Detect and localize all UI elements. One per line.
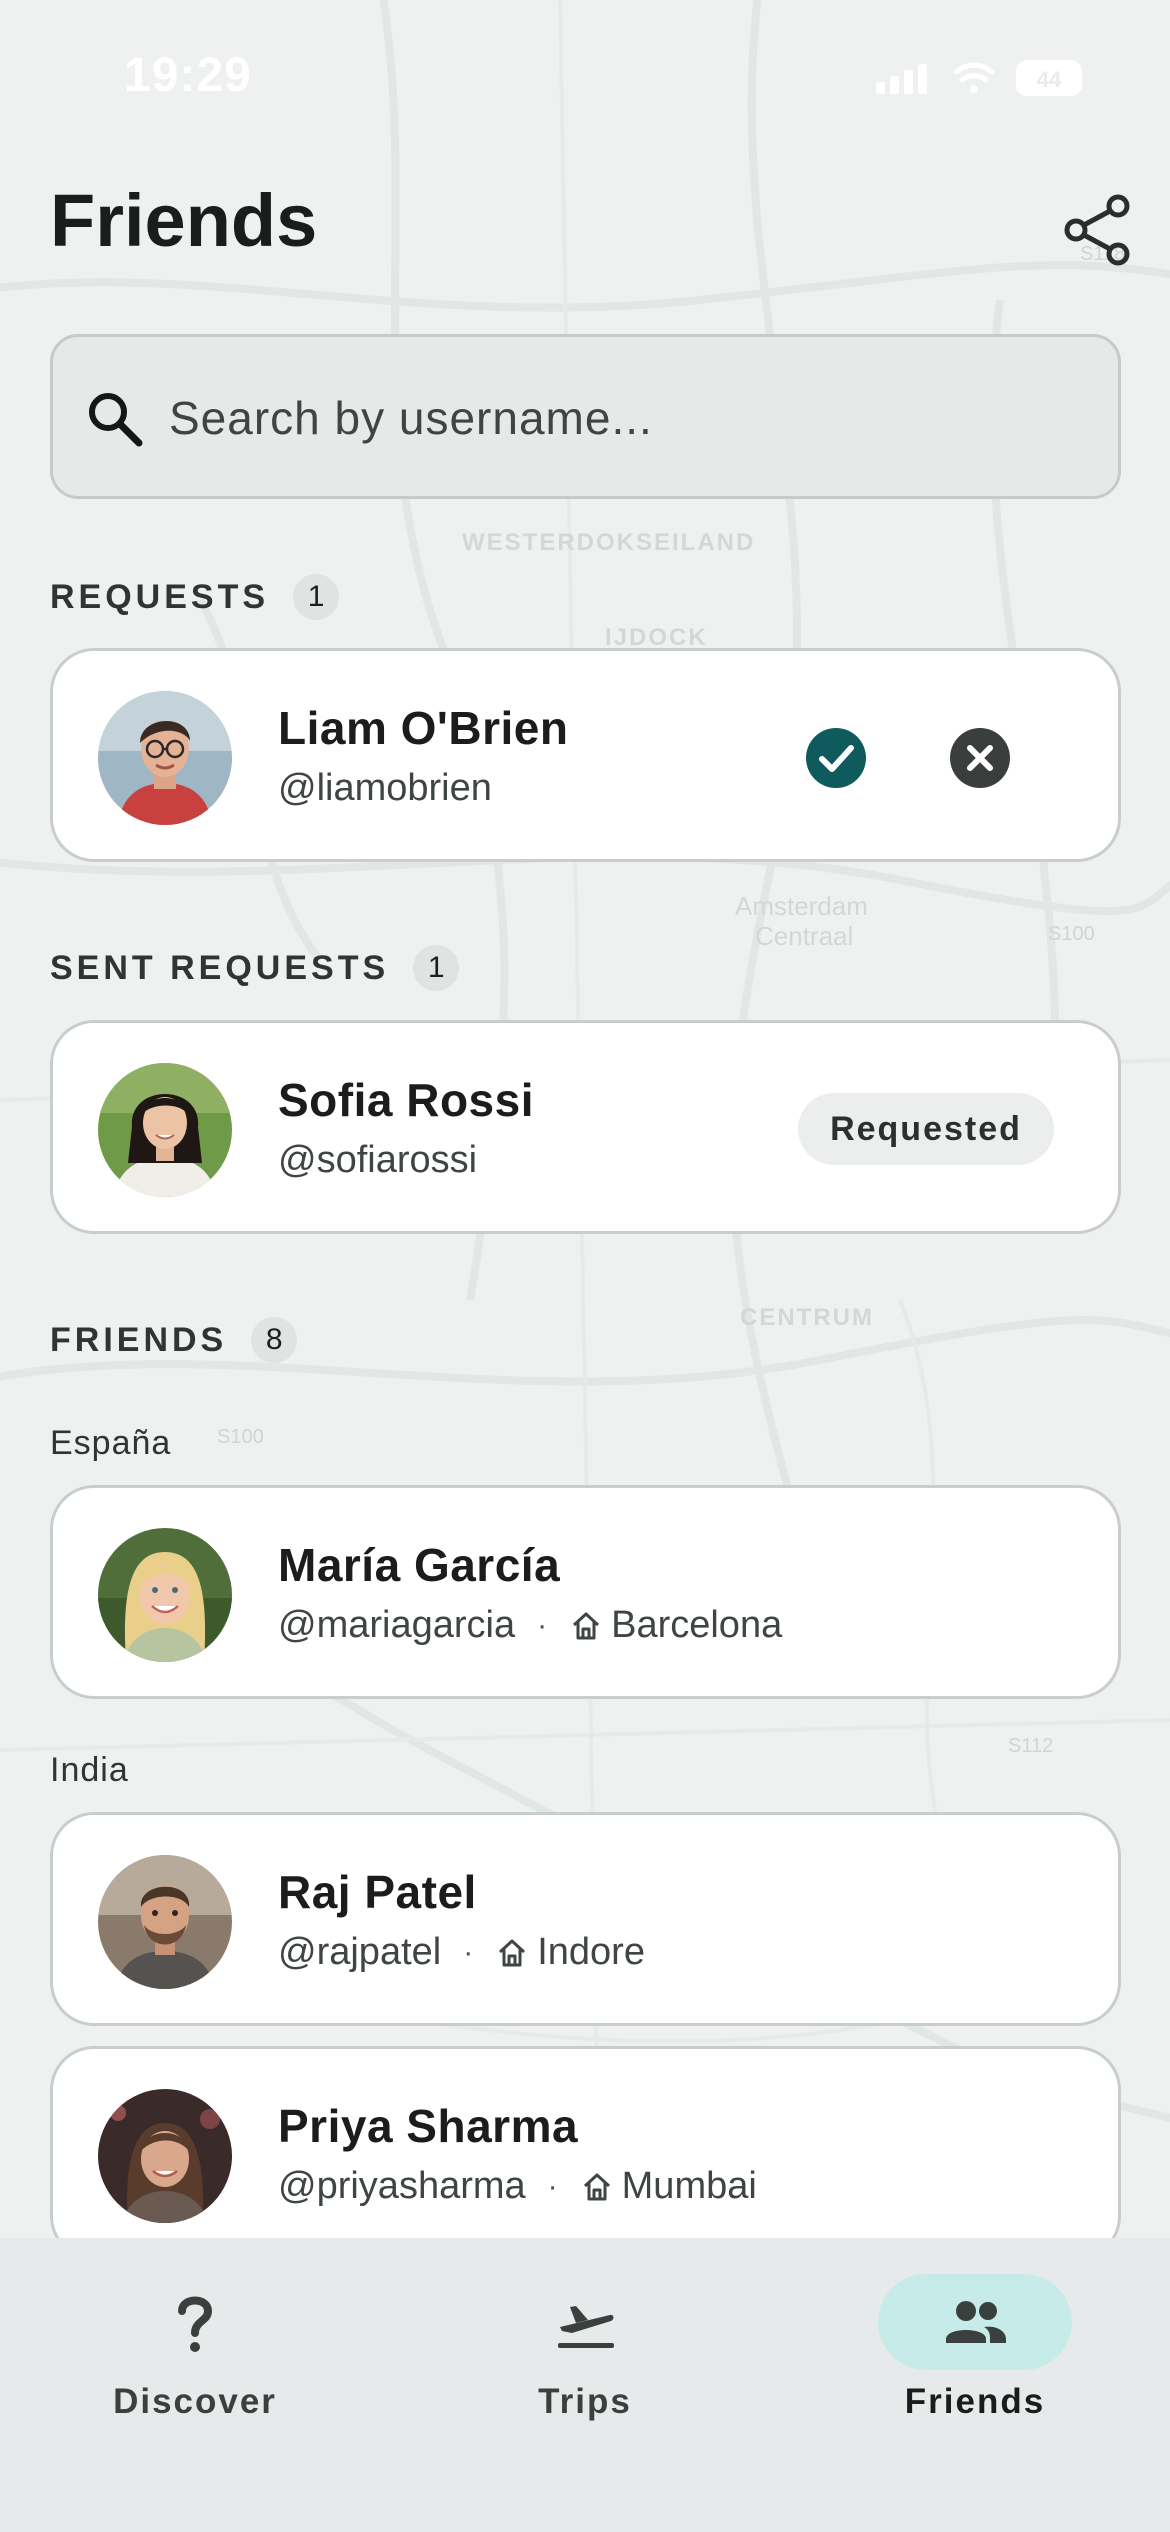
- signal-icon: [876, 82, 885, 94]
- tab-trips[interactable]: Trips: [465, 2260, 705, 2430]
- requests-count-badge: 1: [293, 574, 340, 620]
- sent-requests-label: SENT REQUESTS: [50, 948, 390, 987]
- share-icon[interactable]: [1060, 192, 1136, 268]
- friend-username: @mariagarcia: [278, 1604, 516, 1646]
- home-icon: [583, 2173, 610, 2200]
- sent-requests-header: SENT REQUESTS 1: [50, 944, 460, 992]
- plane-departure-icon: [558, 2306, 614, 2348]
- tab-trips-icon-wrap: [488, 2274, 682, 2370]
- sent-request-username-line: @sofiarossi: [278, 1139, 477, 1182]
- sent-requests-count-badge: 1: [413, 945, 460, 991]
- avatar: [98, 1855, 232, 1989]
- map-label-district1: WESTERDOKSEILAND: [462, 529, 755, 556]
- requests-label: REQUESTS: [50, 577, 270, 616]
- separator-dot: ·: [537, 1608, 548, 1642]
- friend-city: Barcelona: [611, 1604, 783, 1646]
- tab-discover-label: Discover: [113, 2382, 277, 2421]
- home-icon: [499, 1939, 526, 1966]
- map-label-station2: Centraal: [755, 921, 853, 951]
- friend-city: Indore: [537, 1931, 645, 1973]
- tab-discover-icon-wrap: [98, 2274, 292, 2370]
- friend-subline: @mariagarcia · Barcelona: [278, 1604, 782, 1647]
- map-label-district3: CENTRUM: [740, 1304, 874, 1331]
- accept-request-icon[interactable]: [805, 727, 867, 789]
- search-box[interactable]: [50, 334, 1121, 499]
- friends-header: FRIENDS 8: [50, 1316, 298, 1364]
- sent-request-card[interactable]: Sofia Rossi @sofiarossi Requested: [50, 1020, 1121, 1234]
- search-input[interactable]: [169, 373, 1069, 463]
- tab-trips-label: Trips: [538, 2382, 632, 2421]
- decline-request-icon[interactable]: [949, 727, 1011, 789]
- map-label-road1: S100: [1048, 923, 1095, 945]
- friend-subline: @priyasharma · Mumbai: [278, 2165, 757, 2208]
- status-time: 19:29: [124, 49, 252, 102]
- separator-dot: ·: [463, 1935, 474, 1969]
- avatar: [98, 1063, 232, 1197]
- home-icon: [573, 1612, 600, 1639]
- wifi-icon: [953, 62, 995, 83]
- map-label-road2: S100: [217, 1426, 264, 1448]
- friend-username: @rajpatel: [278, 1931, 442, 1973]
- search-icon: [89, 393, 143, 447]
- tab-discover[interactable]: Discover: [75, 2260, 315, 2430]
- avatar: [98, 691, 232, 825]
- map-label-district2: IJDOCK: [605, 624, 708, 651]
- bottom-tab-bar: Discover Trips Friends: [0, 2238, 1170, 2532]
- country-group-label: España: [50, 1424, 172, 1462]
- request-name: Liam O'Brien: [278, 702, 569, 754]
- battery-level: 44: [1037, 67, 1062, 92]
- friend-request-card[interactable]: Liam O'Brien @liamobrien: [50, 648, 1121, 862]
- requests-header: REQUESTS 1: [50, 573, 340, 621]
- people-icon: [946, 2301, 1006, 2343]
- friend-name: María García: [278, 1539, 561, 1591]
- friends-count-badge: 8: [251, 1317, 298, 1363]
- avatar: [98, 1528, 232, 1662]
- friend-name: Raj Patel: [278, 1866, 477, 1918]
- friends-label: FRIENDS: [50, 1320, 228, 1359]
- tab-friends-label: Friends: [904, 2382, 1046, 2421]
- sent-request-name: Sofia Rossi: [278, 1074, 535, 1126]
- tab-friends-icon-wrap: [878, 2274, 1072, 2370]
- question-icon: [178, 2296, 213, 2352]
- map-label-road3: S112: [1008, 1735, 1053, 1757]
- avatar: [98, 2089, 232, 2223]
- status-icons: 44: [876, 60, 1082, 96]
- friend-subline: @rajpatel · Indore: [278, 1931, 645, 1974]
- request-username: @liamobrien: [278, 767, 492, 809]
- friend-card[interactable]: Priya Sharma @priyasharma · Mumbai: [50, 2046, 1121, 2260]
- friend-city: Mumbai: [621, 2165, 757, 2207]
- tab-friends[interactable]: Friends: [855, 2260, 1095, 2430]
- separator-dot: ·: [547, 2169, 558, 2203]
- map-label-station1: Amsterdam: [735, 891, 868, 921]
- page-title: Friends: [50, 179, 318, 262]
- friend-card[interactable]: Raj Patel @rajpatel · Indore: [50, 1812, 1121, 2026]
- friend-card[interactable]: María García @mariagarcia · Barcelona: [50, 1485, 1121, 1699]
- friend-username: @priyasharma: [278, 2165, 526, 2207]
- sent-request-username: @sofiarossi: [278, 1139, 478, 1181]
- requested-status-pill[interactable]: Requested: [798, 1093, 1054, 1165]
- friend-name: Priya Sharma: [278, 2100, 579, 2152]
- request-username-line: @liamobrien: [278, 767, 492, 810]
- country-group-label: India: [50, 1751, 129, 1789]
